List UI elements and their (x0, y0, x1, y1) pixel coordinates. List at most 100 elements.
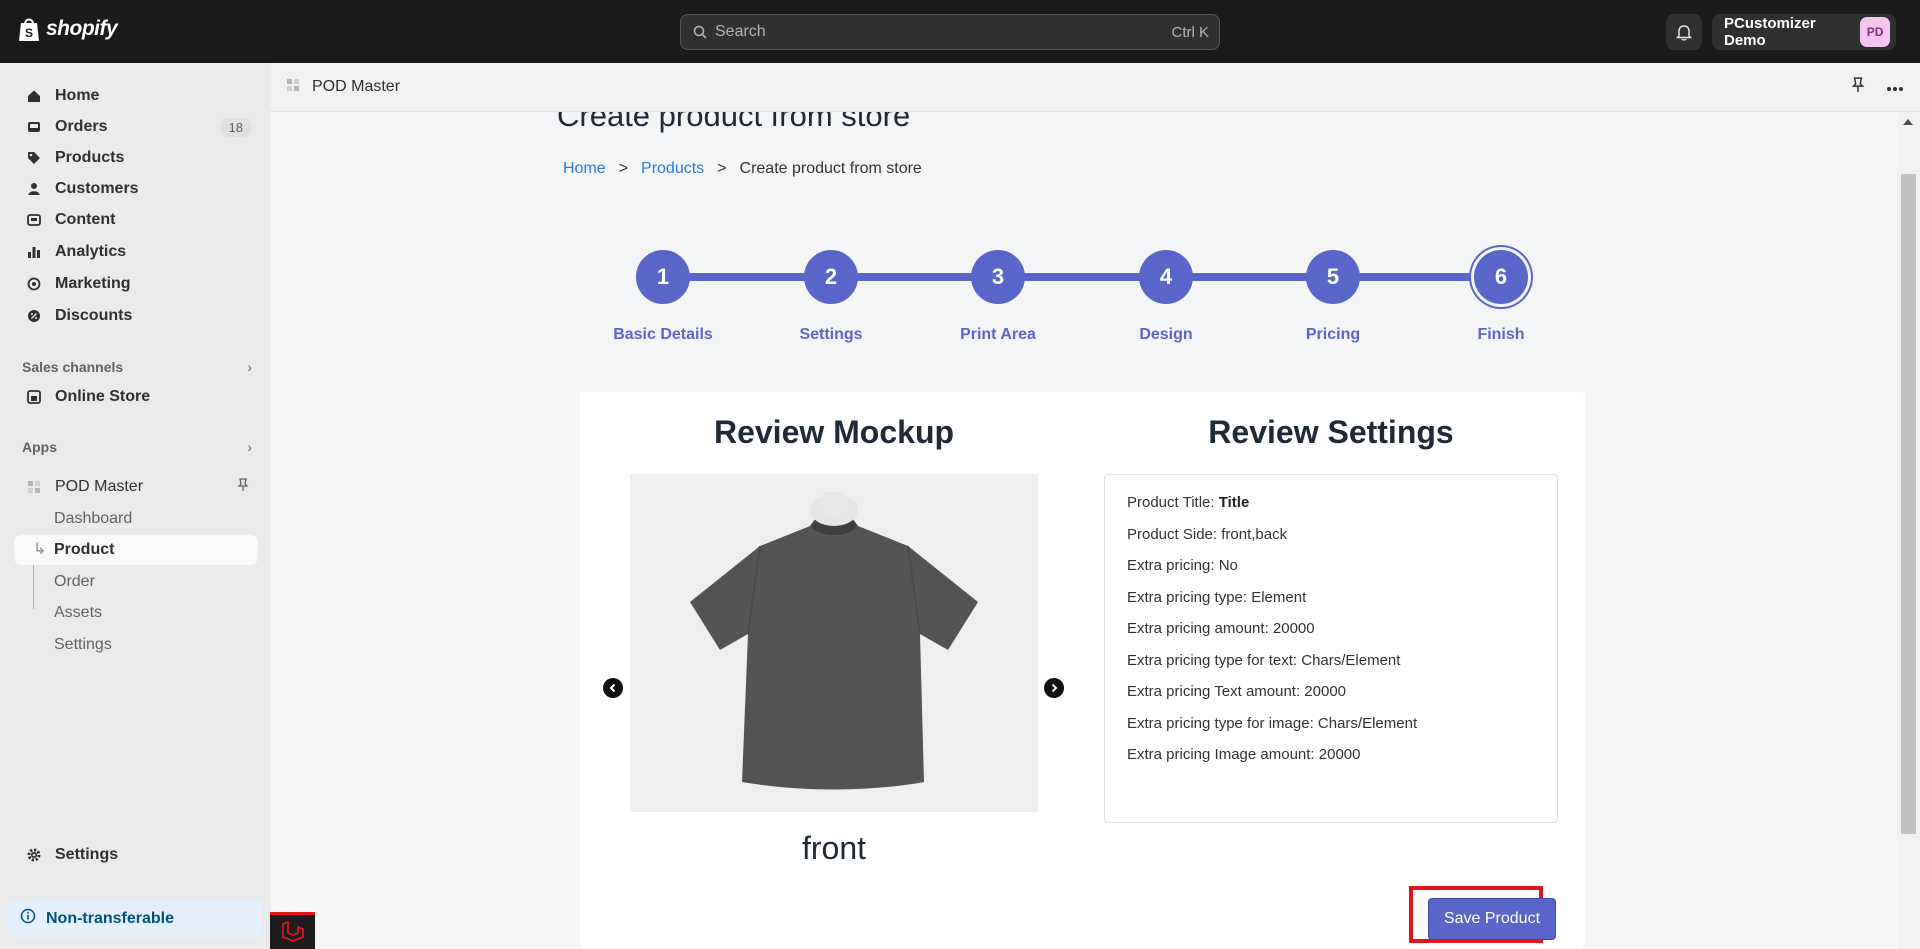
save-product-button[interactable]: Save Product (1428, 898, 1556, 940)
sidebar-item-discounts[interactable]: Discounts (14, 301, 258, 331)
app-grid-icon (26, 479, 42, 495)
sidebar-item-label: Orders (55, 118, 108, 135)
scrollbar-thumb[interactable] (1901, 174, 1916, 834)
app-content: Create product from store Home > Product… (270, 112, 1897, 949)
sidebar: Home Orders 18 Products Customers Conten… (0, 63, 270, 949)
breadcrumb: Home > Products > Create product from st… (563, 160, 922, 178)
sidebar-subitem-settings[interactable]: Settings (14, 630, 258, 660)
top-bar: S shopify Search Ctrl K PCustomizer Demo… (0, 0, 1920, 63)
search-placeholder: Search (715, 23, 766, 40)
info-icon (20, 908, 36, 929)
step-label-print-area: Print Area (960, 326, 1036, 343)
app-header: POD Master (270, 63, 1920, 112)
target-icon (26, 276, 42, 292)
search-input[interactable]: Search Ctrl K (680, 14, 1220, 50)
stepper-track (663, 273, 1503, 281)
step-label-finish: Finish (1477, 326, 1525, 343)
mockup-image (630, 474, 1038, 812)
setting-text-pricing-type: Extra pricing type for text: Chars/Eleme… (1127, 651, 1401, 669)
breadcrumb-current: Create product from store (739, 160, 922, 177)
sidebar-item-content[interactable]: Content (14, 205, 258, 235)
search-icon (693, 25, 707, 39)
content-icon (26, 212, 42, 228)
svg-text:S: S (25, 26, 33, 40)
breadcrumb-separator: > (717, 160, 727, 177)
laravel-debug-icon[interactable] (270, 912, 315, 949)
orders-count-badge: 18 (219, 117, 252, 137)
inbox-icon (26, 119, 42, 135)
shopify-bag-icon: S (19, 18, 39, 41)
discount-icon (26, 308, 42, 324)
sidebar-item-online-store[interactable]: Online Store (14, 382, 258, 412)
step-label-pricing: Pricing (1305, 326, 1361, 343)
setting-label: Product Title: (1127, 494, 1219, 511)
sidebar-item-marketing[interactable]: Marketing (14, 269, 258, 299)
setting-extra-pricing-type: Extra pricing type: Element (1127, 588, 1307, 606)
sidebar-subitem-label: Product (54, 541, 115, 558)
sidebar-item-label: Home (55, 87, 100, 104)
carousel-next-button[interactable] (1044, 678, 1064, 698)
bell-icon (1676, 24, 1692, 41)
tag-icon (26, 150, 42, 166)
pin-icon[interactable] (236, 477, 250, 497)
sidebar-item-analytics[interactable]: Analytics (14, 237, 258, 267)
setting-extra-pricing: Extra pricing: No (1127, 557, 1238, 574)
non-transferable-banner[interactable]: Non-transferable (8, 899, 262, 938)
app-grid-icon (286, 78, 300, 97)
store-icon (26, 389, 42, 405)
step-label-basic-details: Basic Details (613, 326, 713, 343)
setting-text-pricing-amount: Extra pricing Text amount: 20000 (1127, 683, 1347, 700)
setting-value: Title (1218, 494, 1250, 511)
non-transferable-label: Non-transferable (46, 909, 175, 927)
tshirt-image (690, 492, 978, 790)
setting-image-pricing-type: Extra pricing type for image: Chars/Elem… (1127, 714, 1418, 732)
breadcrumb-separator: > (618, 160, 629, 177)
sidebar-item-label: POD Master (55, 478, 144, 495)
step-2[interactable]: 2 (804, 250, 858, 304)
review-mockup-heading: Review Mockup (713, 414, 955, 450)
chevron-right-icon: › (247, 359, 252, 375)
notifications-button[interactable] (1666, 14, 1702, 50)
sidebar-item-orders[interactable]: Orders 18 (14, 112, 258, 142)
apps-section[interactable]: Apps › (22, 439, 252, 455)
sidebar-item-label: Marketing (55, 275, 131, 292)
account-menu[interactable]: PCustomizer Demo PD (1712, 14, 1896, 50)
search-shortcut: Ctrl K (1171, 23, 1210, 41)
step-4[interactable]: 4 (1139, 250, 1193, 304)
section-label: Apps (22, 439, 57, 455)
breadcrumb-home[interactable]: Home (563, 160, 606, 178)
sidebar-item-home[interactable]: Home (14, 81, 258, 111)
sidebar-subitem-order[interactable]: Order (14, 567, 258, 597)
sidebar-item-label: Customers (55, 180, 139, 197)
sidebar-item-pod-master[interactable]: POD Master (14, 472, 258, 502)
section-label: Sales channels (22, 359, 124, 375)
step-3[interactable]: 3 (971, 250, 1025, 304)
sidebar-item-customers[interactable]: Customers (14, 174, 258, 204)
step-6[interactable]: 6 (1474, 250, 1528, 304)
chevron-right-icon: › (247, 439, 252, 455)
shopify-logo[interactable]: S shopify (18, 16, 118, 42)
pin-icon[interactable] (1850, 77, 1866, 98)
sidebar-item-label: Discounts (55, 307, 133, 324)
step-5[interactable]: 5 (1306, 250, 1360, 304)
setting-product-side: Product Side: front,back (1127, 525, 1288, 543)
breadcrumb-products[interactable]: Products (641, 160, 704, 178)
tree-branch-icon: ↳ (33, 541, 47, 558)
sidebar-item-products[interactable]: Products (14, 143, 258, 173)
bar-chart-icon (26, 244, 42, 260)
sidebar-subitem-dashboard[interactable]: Dashboard (14, 504, 258, 534)
more-options-icon[interactable] (1886, 79, 1904, 97)
scrollbar[interactable] (1897, 112, 1920, 949)
carousel-prev-button[interactable] (603, 678, 623, 698)
sidebar-subitem-product[interactable]: ↳ Product (14, 535, 258, 565)
sidebar-item-settings[interactable]: Settings (14, 840, 258, 870)
person-icon (26, 181, 42, 197)
sidebar-subitem-assets[interactable]: Assets (14, 598, 258, 628)
gear-icon (26, 847, 42, 863)
scroll-up-icon[interactable] (1903, 119, 1913, 125)
sidebar-item-label: Products (55, 149, 125, 166)
sales-channels-section[interactable]: Sales channels › (22, 359, 252, 375)
setting-extra-pricing-amount: Extra pricing amount: 20000 (1127, 620, 1315, 637)
avatar: PD (1860, 17, 1890, 47)
step-1[interactable]: 1 (636, 250, 690, 304)
